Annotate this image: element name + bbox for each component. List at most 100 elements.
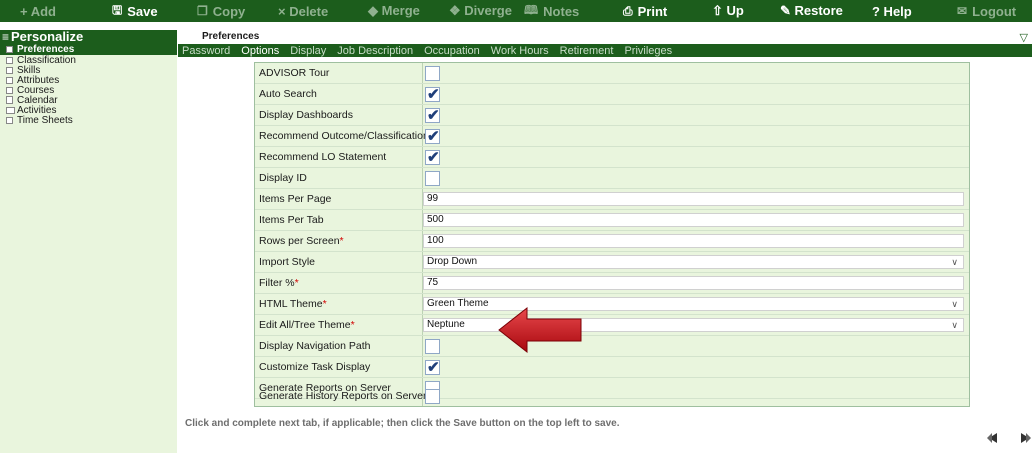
form-row: Generate History Reports on Server <box>255 387 969 406</box>
hamburger-icon[interactable]: ≡ <box>2 30 9 44</box>
sidebar-title: Personalize <box>11 29 84 44</box>
import-style-select[interactable]: Drop Down ∨ <box>423 255 964 269</box>
document-icon <box>6 96 13 104</box>
form-row: Display Dashboards ✔ <box>255 105 969 126</box>
tab-work-hours[interactable]: Work Hours <box>491 45 549 57</box>
page-icon <box>6 86 13 94</box>
breadcrumb-bar <box>178 30 1032 44</box>
form-row: Auto Search ✔ <box>255 84 969 105</box>
sidebar-item-activities[interactable]: Activities <box>0 105 177 116</box>
rows-per-screen-label: Rows per Screen* <box>259 235 344 247</box>
sidebar-item-skills[interactable]: Skills <box>0 65 177 76</box>
red-arrow-icon <box>498 306 582 354</box>
checkmark-icon: ✔ <box>427 359 440 376</box>
filter-percent-label: Filter %* <box>259 277 299 289</box>
form-row: Edit All/Tree Theme* Neptune ∨ <box>255 315 969 336</box>
page-icon <box>6 46 13 53</box>
checkmark-icon: ✔ <box>427 149 440 166</box>
page-icon <box>6 56 13 64</box>
merge-button[interactable]: ◆ Merge <box>368 0 420 22</box>
sidebar-item-classification[interactable]: Classification <box>0 55 177 66</box>
sidebar-item-preferences[interactable]: Preferences <box>0 44 177 55</box>
chevron-down-icon: ∨ <box>951 299 958 309</box>
restore-button[interactable]: ✎ Restore <box>780 0 843 22</box>
copy-icon: ❐ <box>197 4 208 18</box>
auto-search-checkbox[interactable]: ✔ <box>425 86 440 103</box>
delete-button[interactable]: × Delete <box>278 0 328 22</box>
logout-button[interactable]: ✉ Logout <box>957 0 1016 22</box>
folder-icon <box>6 106 15 114</box>
tab-options[interactable]: Options <box>241 45 279 57</box>
book-icon: 🕮 <box>524 2 539 17</box>
form-row: Rows per Screen* 100 <box>255 231 969 252</box>
page-icon <box>6 116 13 124</box>
display-id-checkbox[interactable] <box>425 171 440 186</box>
save-instruction-text: Click and complete next tab, if applicab… <box>185 418 620 429</box>
display-id-label: Display ID <box>259 172 307 184</box>
tab-bar: Password Options Display Job Description… <box>178 44 1032 57</box>
sidebar-item-attributes[interactable]: Attributes <box>0 75 177 86</box>
customize-task-display-checkbox[interactable]: ✔ <box>425 359 440 376</box>
tab-privileges[interactable]: Privileges <box>624 45 672 57</box>
form-row: Recommend LO Statement ✔ <box>255 147 969 168</box>
import-style-label: Import Style <box>259 256 316 268</box>
form-row: Items Per Tab 500 <box>255 210 969 231</box>
recommend-outcome-label: Recommend Outcome/Classification <box>259 130 429 142</box>
generate-history-reports-label: Generate History Reports on Server <box>259 390 427 402</box>
tab-password[interactable]: Password <box>182 45 230 57</box>
generate-history-reports-checkbox[interactable] <box>425 389 440 404</box>
breadcrumb: Preferences <box>202 31 260 42</box>
display-dashboards-checkbox[interactable]: ✔ <box>425 107 440 124</box>
checkmark-icon: ✔ <box>427 128 440 145</box>
checkmark-icon: ✔ <box>427 86 440 103</box>
form-row: Recommend Outcome/Classification ✔ <box>255 126 969 147</box>
form-row: Items Per Page 99 <box>255 189 969 210</box>
tab-display[interactable]: Display <box>290 45 326 57</box>
tab-occupation[interactable]: Occupation <box>424 45 480 57</box>
items-per-tab-label: Items Per Tab <box>259 214 324 226</box>
sidebar-item-courses[interactable]: Courses <box>0 85 177 96</box>
form-row: Display ID <box>255 168 969 189</box>
rows-per-screen-input[interactable]: 100 <box>423 234 964 248</box>
form-row: Customize Task Display ✔ <box>255 357 969 378</box>
form-row: Filter %* 75 <box>255 273 969 294</box>
sidebar-item-calendar[interactable]: Calendar <box>0 95 177 106</box>
items-per-page-label: Items Per Page <box>259 193 332 205</box>
advisor-tour-checkbox[interactable] <box>425 66 440 81</box>
add-button[interactable]: + Add <box>20 0 56 22</box>
items-per-tab-input[interactable]: 500 <box>423 213 964 227</box>
items-per-page-input[interactable]: 99 <box>423 192 964 206</box>
page-icon <box>6 66 13 74</box>
required-marker: * <box>339 235 344 247</box>
recommend-outcome-checkbox[interactable]: ✔ <box>425 128 440 145</box>
next-page-icon[interactable] <box>1020 432 1032 444</box>
print-icon: ⎙ <box>623 3 633 18</box>
sidebar-item-time-sheets[interactable]: Time Sheets <box>0 115 177 126</box>
auto-search-label: Auto Search <box>259 88 317 100</box>
help-button[interactable]: ? Help <box>872 0 912 22</box>
html-theme-label: HTML Theme* <box>259 298 327 310</box>
notes-button[interactable]: 🕮 Notes <box>524 0 579 22</box>
form-row: ADVISOR Tour <box>255 63 969 84</box>
advisor-tour-label: ADVISOR Tour <box>259 67 330 79</box>
previous-page-icon[interactable] <box>986 432 998 444</box>
print-button[interactable]: ⎙ Print <box>623 0 667 22</box>
floppy-icon: 🖫 <box>112 2 123 17</box>
display-navigation-path-label: Display Navigation Path <box>259 340 371 352</box>
filter-percent-input[interactable]: 75 <box>423 276 964 290</box>
up-button[interactable]: ⇧ Up <box>712 0 744 22</box>
edit-all-tree-theme-label: Edit All/Tree Theme* <box>259 319 355 331</box>
filter-icon[interactable]: ▽ <box>1020 31 1028 44</box>
save-button[interactable]: 🖫 Save <box>112 0 158 22</box>
display-navigation-path-checkbox[interactable] <box>425 339 440 354</box>
tab-retirement[interactable]: Retirement <box>560 45 614 57</box>
copy-button[interactable]: ❐ Copy <box>197 0 245 22</box>
options-form: ADVISOR Tour Auto Search ✔ Display Dashb… <box>254 62 970 407</box>
recommend-lo-checkbox[interactable]: ✔ <box>425 149 440 166</box>
checkmark-icon: ✔ <box>427 107 440 124</box>
display-dashboards-label: Display Dashboards <box>259 109 353 121</box>
required-marker: * <box>294 277 299 289</box>
diverge-button[interactable]: ❖ Diverge <box>449 0 512 22</box>
tab-job-description[interactable]: Job Description <box>337 45 413 57</box>
sidebar: Preferences Classification Skills Attrib… <box>0 44 177 453</box>
